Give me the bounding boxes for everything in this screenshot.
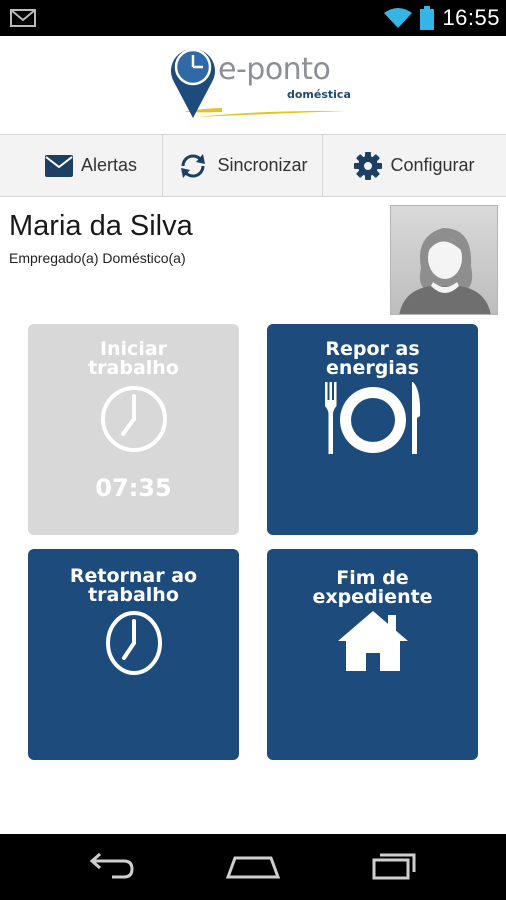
status-bar: 16:55	[0, 0, 506, 36]
user-role: Empregado(a) Doméstico(a)	[9, 250, 186, 266]
clock-time: 16:55	[442, 5, 500, 30]
start-work-tile[interactable]: Iniciar trabalho 07:35	[28, 324, 239, 535]
home-icon	[338, 611, 408, 671]
sync-icon	[181, 153, 206, 178]
home-button-icon[interactable]	[225, 850, 281, 880]
recent-apps-icon[interactable]	[370, 850, 420, 880]
app-header: e-ponto doméstica	[0, 36, 506, 134]
return-work-tile[interactable]: Retornar ao trabalho	[28, 549, 239, 760]
user-name: Maria da Silva	[9, 210, 193, 242]
start-work-label-2: trabalho	[88, 357, 179, 379]
clock-icon	[106, 611, 162, 675]
alerts-button[interactable]: Alertas	[0, 135, 163, 196]
battery-icon	[420, 6, 435, 30]
plate-cutlery-icon	[325, 382, 421, 454]
clock-icon	[101, 386, 167, 452]
end-of-day-tile[interactable]: Fim de expediente	[267, 549, 478, 760]
rest-break-tile[interactable]: Repor as energias	[267, 324, 478, 535]
app-logo: e-ponto doméstica	[166, 42, 356, 122]
logo-text: e-ponto	[218, 52, 331, 87]
settings-label: Configurar	[390, 155, 475, 175]
mail-icon	[10, 9, 36, 27]
user-silhouette-icon	[391, 206, 497, 314]
wifi-icon	[384, 8, 413, 28]
settings-button[interactable]: Configurar	[323, 135, 506, 196]
alerts-label: Alertas	[80, 155, 138, 175]
back-icon[interactable]	[88, 850, 136, 880]
avatar[interactable]	[390, 205, 498, 315]
end-of-day-label-2: expediente	[312, 586, 433, 608]
start-work-time: 07:35	[95, 474, 172, 502]
rest-break-label-2: energias	[326, 357, 419, 379]
gear-icon	[354, 151, 383, 180]
sync-button[interactable]: Sincronizar	[163, 135, 323, 196]
sync-label: Sincronizar	[217, 155, 308, 175]
toolbar: Alertas Sincronizar Configurar	[0, 134, 506, 197]
envelope-icon	[44, 154, 73, 177]
logo-subtitle: doméstica	[287, 88, 351, 101]
navigation-bar	[0, 834, 506, 900]
return-work-label-2: trabalho	[88, 584, 179, 606]
logo-swoosh	[196, 110, 346, 117]
